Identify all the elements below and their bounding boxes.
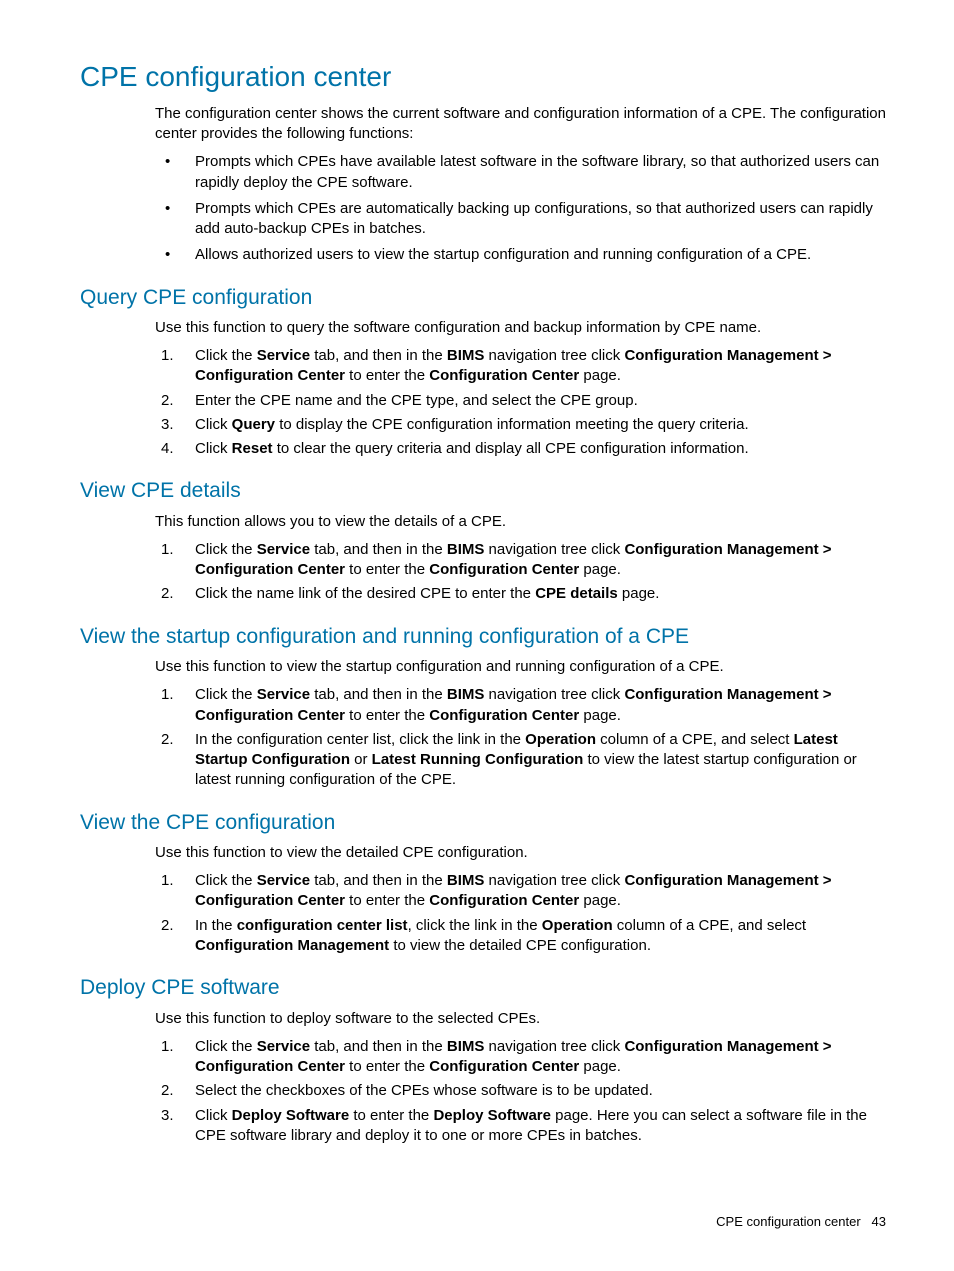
step-item: Click the Service tab, and then in the B… xyxy=(155,871,886,912)
footer-title: CPE configuration center xyxy=(716,1214,861,1229)
step-item: Click Query to display the CPE configura… xyxy=(155,415,886,435)
section-intro: This function allows you to view the det… xyxy=(155,512,886,532)
bullet-item: Prompts which CPEs have available latest… xyxy=(155,152,886,193)
step-item: In the configuration center list, click … xyxy=(155,730,886,791)
bullet-item: Allows authorized users to view the star… xyxy=(155,245,886,265)
step-item: Click the Service tab, and then in the B… xyxy=(155,346,886,387)
section-heading-viewcfg: View the CPE configuration xyxy=(80,809,886,837)
step-item: Enter the CPE name and the CPE type, and… xyxy=(155,391,886,411)
section-heading-deploy: Deploy CPE software xyxy=(80,974,886,1002)
section-intro: Use this function to view the detailed C… xyxy=(155,843,886,863)
section-intro: Use this function to deploy software to … xyxy=(155,1009,886,1029)
step-item: Select the checkboxes of the CPEs whose … xyxy=(155,1081,886,1101)
intro-paragraph: The configuration center shows the curre… xyxy=(155,104,886,145)
footer-pagenum: 43 xyxy=(872,1214,886,1229)
step-item: Click the Service tab, and then in the B… xyxy=(155,685,886,726)
step-item: Click Deploy Software to enter the Deplo… xyxy=(155,1106,886,1147)
step-item: Click the name link of the desired CPE t… xyxy=(155,584,886,604)
section-heading-startup: View the startup configuration and runni… xyxy=(80,623,886,651)
bullet-item: Prompts which CPEs are automatically bac… xyxy=(155,199,886,240)
page-footer: CPE configuration center 43 xyxy=(716,1213,886,1231)
steps-list: Click the Service tab, and then in the B… xyxy=(155,1037,886,1146)
step-item: In the configuration center list, click … xyxy=(155,916,886,957)
steps-list: Click the Service tab, and then in the B… xyxy=(155,871,886,956)
section-intro: Use this function to view the startup co… xyxy=(155,657,886,677)
section-heading-query: Query CPE configuration xyxy=(80,284,886,312)
section-heading-details: View CPE details xyxy=(80,477,886,505)
step-item: Click Reset to clear the query criteria … xyxy=(155,439,886,459)
step-item: Click the Service tab, and then in the B… xyxy=(155,540,886,581)
step-item: Click the Service tab, and then in the B… xyxy=(155,1037,886,1078)
section-intro: Use this function to query the software … xyxy=(155,318,886,338)
steps-list: Click the Service tab, and then in the B… xyxy=(155,540,886,605)
steps-list: Click the Service tab, and then in the B… xyxy=(155,685,886,790)
page-title: CPE configuration center xyxy=(80,58,886,96)
feature-bullets: Prompts which CPEs have available latest… xyxy=(155,152,886,265)
steps-list: Click the Service tab, and then in the B… xyxy=(155,346,886,459)
